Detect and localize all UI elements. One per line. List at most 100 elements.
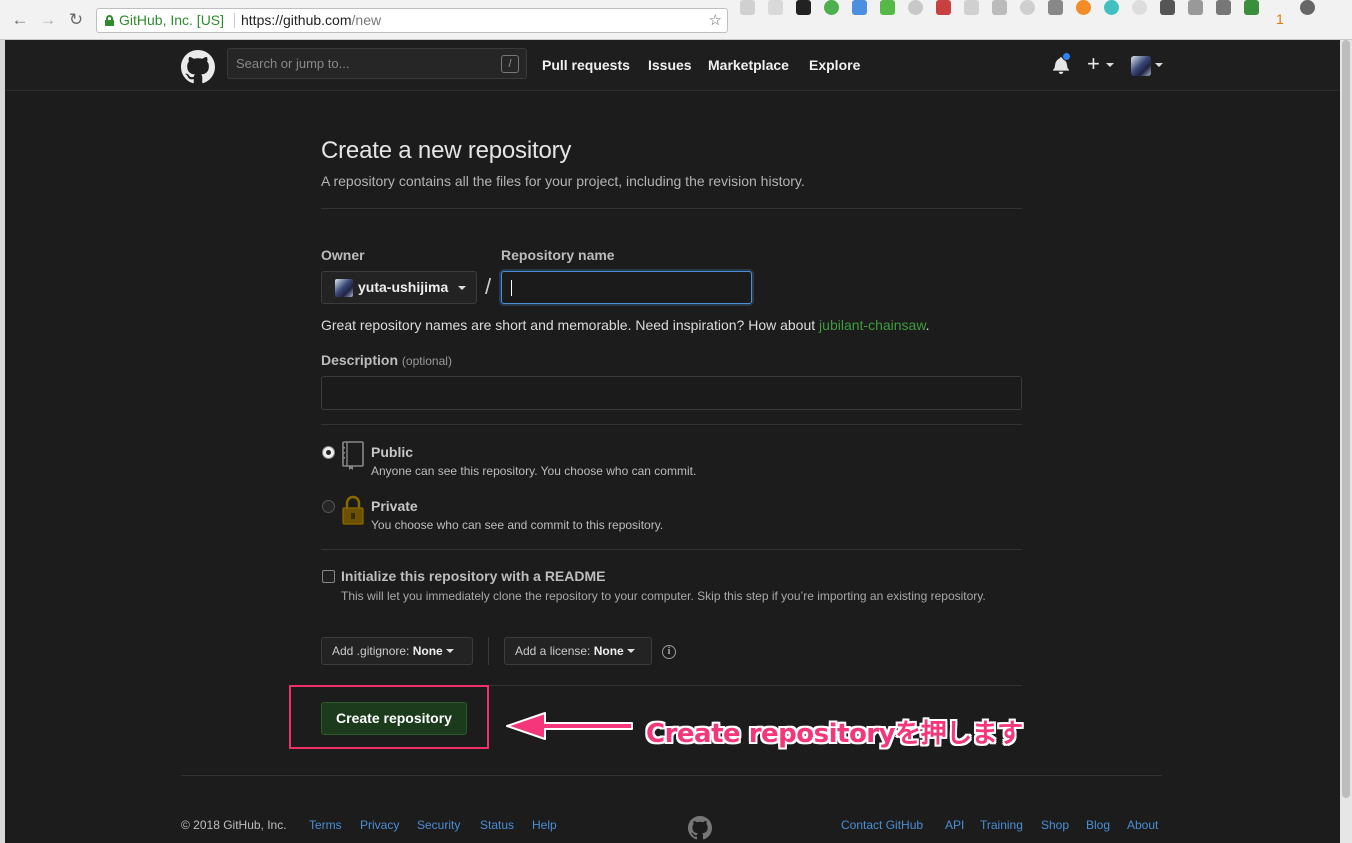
lock-icon: [342, 495, 364, 525]
forward-arrow-icon[interactable]: →: [38, 10, 58, 30]
text-cursor: [511, 280, 512, 296]
readme-title: Initialize this repository with a README: [341, 568, 606, 584]
github-logo-icon[interactable]: [181, 50, 215, 84]
extension-icon[interactable]: [880, 0, 895, 15]
footer-link-about[interactable]: About: [1127, 818, 1158, 832]
footer-link-security[interactable]: Security: [417, 818, 460, 832]
extension-icon[interactable]: [1076, 0, 1091, 15]
create-new-plus-icon[interactable]: +: [1087, 51, 1100, 77]
unread-indicator: [1062, 52, 1071, 61]
extension-icon[interactable]: [1020, 0, 1035, 15]
repo-icon: [342, 441, 364, 470]
license-label: Add a license:: [515, 644, 591, 658]
repository-name-input[interactable]: [501, 271, 752, 304]
footer-link-contact[interactable]: Contact GitHub: [841, 818, 923, 832]
annotation-arrow-icon: [506, 712, 633, 740]
scrollbar-thumb[interactable]: [1342, 40, 1350, 798]
extension-icon[interactable]: [1244, 0, 1259, 15]
gitignore-select[interactable]: Add .gitignore: None: [321, 637, 473, 665]
description-input[interactable]: [321, 376, 1022, 410]
extension-icon[interactable]: [992, 0, 1007, 15]
footer-link-shop[interactable]: Shop: [1041, 818, 1069, 832]
description-label-text: Description: [321, 352, 399, 368]
annotation-text: Create repositoryを押します: [646, 719, 1023, 749]
divider: [321, 549, 1022, 550]
public-description: Anyone can see this repository. You choo…: [371, 464, 697, 478]
bookmark-star-icon[interactable]: ☆: [709, 9, 722, 32]
page-scrollbar[interactable]: [1340, 40, 1352, 843]
extension-icon[interactable]: [1048, 0, 1063, 15]
evernote-extension-icon[interactable]: [1160, 0, 1175, 15]
nav-pull-requests[interactable]: Pull requests: [542, 57, 630, 73]
footer-link-training[interactable]: Training: [980, 818, 1023, 832]
extension-icon[interactable]: [1188, 0, 1203, 15]
owner-avatar: [335, 279, 353, 297]
chevron-down-icon: [445, 649, 454, 653]
footer-link-help[interactable]: Help: [532, 818, 557, 832]
repo-name-label: Repository name: [501, 247, 615, 263]
extension-icon[interactable]: [1300, 0, 1315, 15]
extension-icon[interactable]: [1132, 0, 1147, 15]
extension-icon[interactable]: [908, 0, 923, 15]
search-placeholder: Search or jump to...: [236, 56, 350, 71]
github-mark-icon[interactable]: [688, 816, 712, 840]
owner-label: Owner: [321, 247, 365, 263]
optional-tag: (optional): [401, 354, 452, 368]
address-bar[interactable]: GitHub, Inc. [US] https://github.com/new…: [96, 8, 728, 33]
extension-icon[interactable]: [964, 0, 979, 15]
nav-issues[interactable]: Issues: [648, 57, 692, 73]
name-suggestion-link[interactable]: jubilant-chainsaw: [819, 317, 926, 333]
footer-link-status[interactable]: Status: [480, 818, 514, 832]
github-header: Search or jump to... / Pull requests Iss…: [5, 40, 1340, 91]
license-select[interactable]: Add a license: None: [504, 637, 652, 665]
public-title: Public: [371, 444, 414, 460]
hint-end: .: [925, 317, 930, 333]
extension-badge-count: 1: [1276, 11, 1284, 27]
footer-divider: [181, 775, 1162, 776]
search-input[interactable]: Search or jump to... /: [227, 48, 527, 79]
footer-link-api[interactable]: API: [945, 818, 964, 832]
extension-icon[interactable]: [740, 0, 755, 15]
info-icon[interactable]: i: [662, 645, 676, 659]
secure-site-label: GitHub, Inc. [US]: [119, 12, 225, 28]
owner-value: yuta-ushijima: [358, 279, 449, 295]
nav-marketplace[interactable]: Marketplace: [708, 57, 789, 73]
license-value: None: [593, 644, 624, 658]
private-title: Private: [371, 498, 418, 514]
extension-icon[interactable]: [1216, 0, 1231, 15]
gitignore-value: None: [412, 644, 443, 658]
divider: [321, 424, 1022, 425]
create-repository-button[interactable]: Create repository: [321, 702, 467, 735]
lock-icon: [105, 15, 114, 26]
footer-link-privacy[interactable]: Privacy: [360, 818, 399, 832]
rss-extension-icon[interactable]: [768, 0, 783, 15]
extension-icon[interactable]: [852, 0, 867, 15]
reload-icon[interactable]: ↻: [66, 10, 86, 30]
gitignore-label: Add .gitignore:: [332, 644, 410, 658]
private-radio[interactable]: [322, 500, 335, 513]
description-label: Description (optional): [321, 352, 452, 368]
user-avatar[interactable]: [1131, 56, 1151, 76]
footer-link-terms[interactable]: Terms: [309, 818, 342, 832]
owner-select[interactable]: yuta-ushijima: [321, 271, 477, 304]
page-title: Create a new repository: [321, 137, 572, 164]
back-arrow-icon[interactable]: ←: [10, 10, 30, 30]
divider: [321, 208, 1022, 209]
chevron-down-icon[interactable]: [1106, 63, 1114, 67]
name-hint: Great repository names are short and mem…: [321, 317, 930, 333]
slash-shortcut-key: /: [501, 55, 519, 73]
owner-repo-separator: /: [485, 274, 492, 299]
page-subtitle: A repository contains all the files for …: [321, 173, 805, 189]
chevron-down-icon: [458, 286, 466, 290]
readme-description: This will let you immediately clone the …: [341, 589, 986, 603]
hint-text: Great repository names are short and mem…: [321, 317, 820, 333]
chevron-down-icon[interactable]: [1155, 63, 1163, 67]
footer-link-blog[interactable]: Blog: [1086, 818, 1110, 832]
public-radio[interactable]: [322, 446, 335, 459]
share-extension-icon[interactable]: [824, 0, 839, 15]
nav-explore[interactable]: Explore: [809, 57, 860, 73]
extension-icon[interactable]: [1104, 0, 1119, 15]
extension-icon[interactable]: [796, 0, 811, 15]
extension-icon[interactable]: [936, 0, 951, 15]
readme-checkbox[interactable]: [322, 570, 335, 583]
